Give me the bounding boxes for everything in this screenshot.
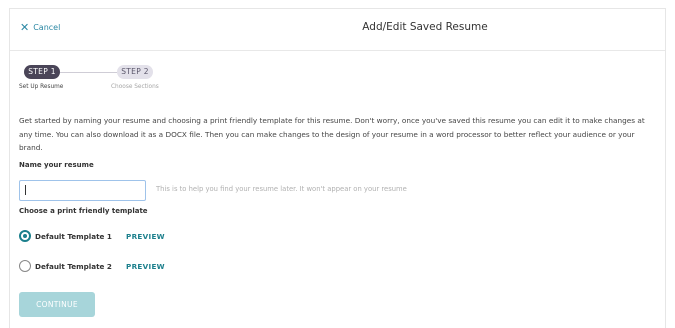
intro-text: Get started by naming your resume and ch… <box>19 116 645 152</box>
page-title: Add/Edit Saved Resume <box>362 21 488 33</box>
template-2-radio[interactable] <box>19 260 31 272</box>
template-section-label: Choose a print friendly template <box>19 207 148 215</box>
name-resume-label: Name your resume <box>19 161 94 169</box>
dialog: ✕ Cancel Add/Edit Saved Resume STEP 1 ST… <box>9 8 666 328</box>
template-2-name[interactable]: Default Template 2 <box>35 262 126 271</box>
resume-name-input[interactable] <box>19 180 146 201</box>
template-option-2[interactable]: Default Template 2 PREVIEW <box>19 260 165 272</box>
step-2-caption: Choose Sections <box>111 84 159 90</box>
template-2-preview-link[interactable]: PREVIEW <box>126 262 165 271</box>
template-1-radio[interactable] <box>19 230 31 242</box>
resume-name-helper: This is to help you find your resume lat… <box>156 185 407 193</box>
text-cursor <box>25 185 26 195</box>
continue-button[interactable]: CONTINUE <box>19 292 95 317</box>
template-option-1[interactable]: Default Template 1 PREVIEW <box>19 230 165 242</box>
dialog-header: ✕ Cancel Add/Edit Saved Resume <box>10 9 665 51</box>
step-1-caption: Set Up Resume <box>19 84 64 90</box>
step-2-pill[interactable]: STEP 2 <box>117 65 153 79</box>
step-1-pill[interactable]: STEP 1 <box>24 65 60 79</box>
step-connector <box>60 72 117 73</box>
template-1-name[interactable]: Default Template 1 <box>35 232 126 241</box>
template-1-preview-link[interactable]: PREVIEW <box>126 232 165 241</box>
stepper: STEP 1 STEP 2 Set Up Resume Choose Secti… <box>10 65 210 105</box>
